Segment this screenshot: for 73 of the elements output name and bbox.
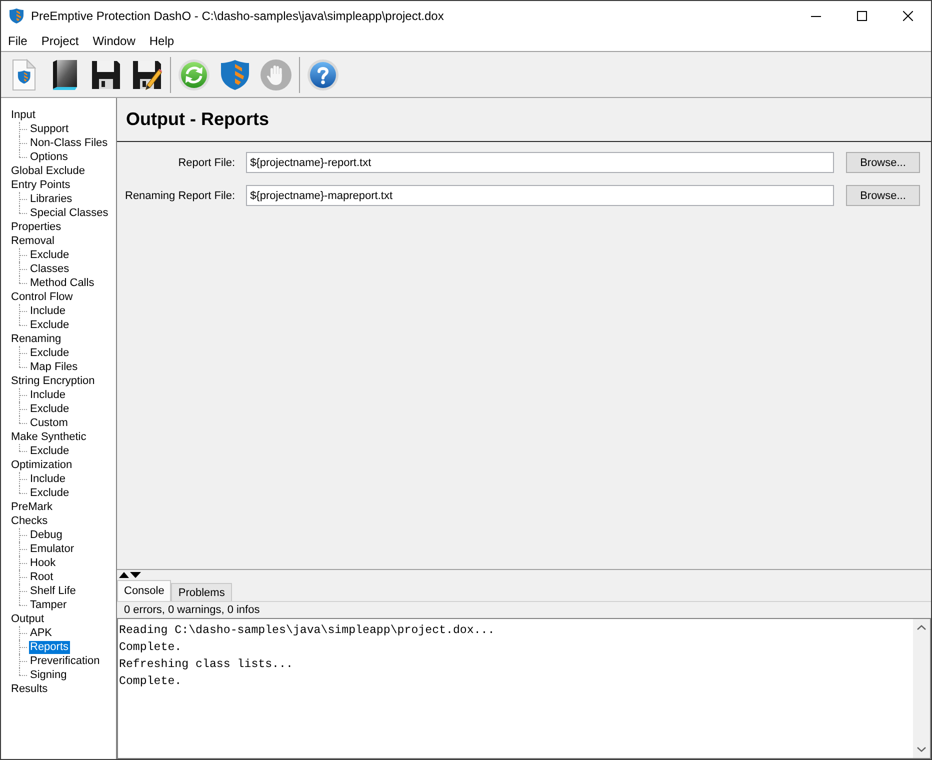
tree-item[interactable]: Method Calls: [29, 277, 96, 290]
field-label: Renaming Report File:: [125, 190, 236, 202]
tree-item[interactable]: String Encryption: [10, 375, 96, 388]
field-label: Report File:: [177, 156, 236, 168]
tree-item[interactable]: Preverification: [29, 655, 101, 668]
down-triangle-icon[interactable]: [130, 572, 141, 578]
tree-item[interactable]: Exclude: [29, 403, 70, 416]
tree-item[interactable]: Root: [29, 571, 54, 584]
tree-item[interactable]: Input: [10, 109, 36, 122]
tree-item[interactable]: Map Files: [29, 361, 79, 374]
tree-item[interactable]: Control Flow: [10, 291, 74, 304]
menu-item[interactable]: Window: [86, 31, 142, 51]
tree-item[interactable]: Exclude: [29, 347, 70, 360]
tree-item[interactable]: Debug: [29, 529, 64, 542]
tab[interactable]: Problems: [171, 583, 232, 601]
tree-item[interactable]: PreMark: [10, 501, 54, 514]
panel-title: Output - Reports: [126, 109, 269, 130]
maximize-icon[interactable]: [857, 11, 867, 21]
document-shield-icon[interactable]: [12, 58, 36, 90]
tree-item[interactable]: Optimization: [10, 459, 74, 472]
up-triangle-icon[interactable]: [119, 572, 129, 578]
tree-item[interactable]: Include: [29, 305, 66, 318]
shield-icon[interactable]: [220, 58, 250, 90]
browse-button[interactable]: Browse...: [846, 152, 920, 173]
shield-icon: [9, 8, 24, 24]
tree-item[interactable]: Support: [29, 123, 70, 136]
tree-item[interactable]: Exclude: [29, 487, 70, 500]
console-line: Complete.: [119, 674, 183, 690]
text-field[interactable]: ${projectname}-report.txt: [246, 152, 834, 173]
console-line: Refreshing class lists...: [119, 657, 294, 673]
tree-item[interactable]: Options: [29, 151, 69, 164]
window-title: PreEmptive Protection DashO - C:\dasho-samples\java\simpleapp\project.dox: [31, 9, 444, 23]
tree-item[interactable]: Shelf Life: [29, 585, 77, 598]
tree-item[interactable]: Entry Points: [10, 179, 72, 192]
tree-item[interactable]: Global Exclude: [10, 165, 86, 178]
tree-item[interactable]: Libraries: [29, 193, 74, 206]
menu-item[interactable]: Help: [142, 31, 182, 51]
tree-item[interactable]: Include: [29, 473, 66, 486]
tree-item[interactable]: Renaming: [10, 333, 62, 346]
menu-item[interactable]: File: [1, 31, 34, 51]
tree-item[interactable]: Exclude: [29, 249, 70, 262]
floppy-pencil-icon[interactable]: [132, 60, 162, 90]
tree-item[interactable]: Custom: [29, 417, 69, 430]
console-line: Complete.: [119, 640, 183, 656]
folder-icon[interactable]: [52, 58, 78, 90]
tree-item[interactable]: Include: [29, 389, 66, 402]
tree-item[interactable]: Emulator: [29, 543, 76, 556]
tree-item[interactable]: Results: [10, 683, 49, 696]
status-text: 0 errors, 0 warnings, 0 infos: [124, 604, 260, 616]
tree-item[interactable]: Tamper: [29, 599, 68, 612]
tree-item[interactable]: Exclude: [29, 445, 70, 458]
close-icon[interactable]: [903, 11, 913, 21]
tree-item[interactable]: Checks: [10, 515, 49, 528]
tree-item[interactable]: Classes: [29, 263, 70, 276]
tree-item[interactable]: APK: [29, 627, 54, 640]
tree-item[interactable]: Properties: [10, 221, 62, 234]
tree-item[interactable]: Removal: [10, 235, 56, 248]
tree-item[interactable]: Reports: [29, 641, 70, 654]
refresh-icon[interactable]: [178, 58, 210, 90]
browse-button[interactable]: Browse...: [846, 185, 920, 206]
tree-item[interactable]: Output: [10, 613, 46, 626]
tree-item[interactable]: Exclude: [29, 319, 70, 332]
tree-item[interactable]: Hook: [29, 557, 57, 570]
tree-item[interactable]: Signing: [29, 669, 68, 682]
menu-item[interactable]: Project: [34, 31, 86, 51]
help-icon[interactable]: [307, 58, 339, 90]
text-field[interactable]: ${projectname}-mapreport.txt: [246, 185, 834, 206]
tree-item[interactable]: Non-Class Files: [29, 137, 109, 150]
tree-item[interactable]: Special Classes: [29, 207, 110, 220]
vertical-scrollbar[interactable]: [913, 619, 930, 758]
tab[interactable]: Console: [117, 580, 172, 601]
console-line: Reading C:\dasho-samples\java\simpleapp\project.dox...: [119, 623, 496, 639]
tree-item[interactable]: Make Synthetic: [10, 431, 88, 444]
